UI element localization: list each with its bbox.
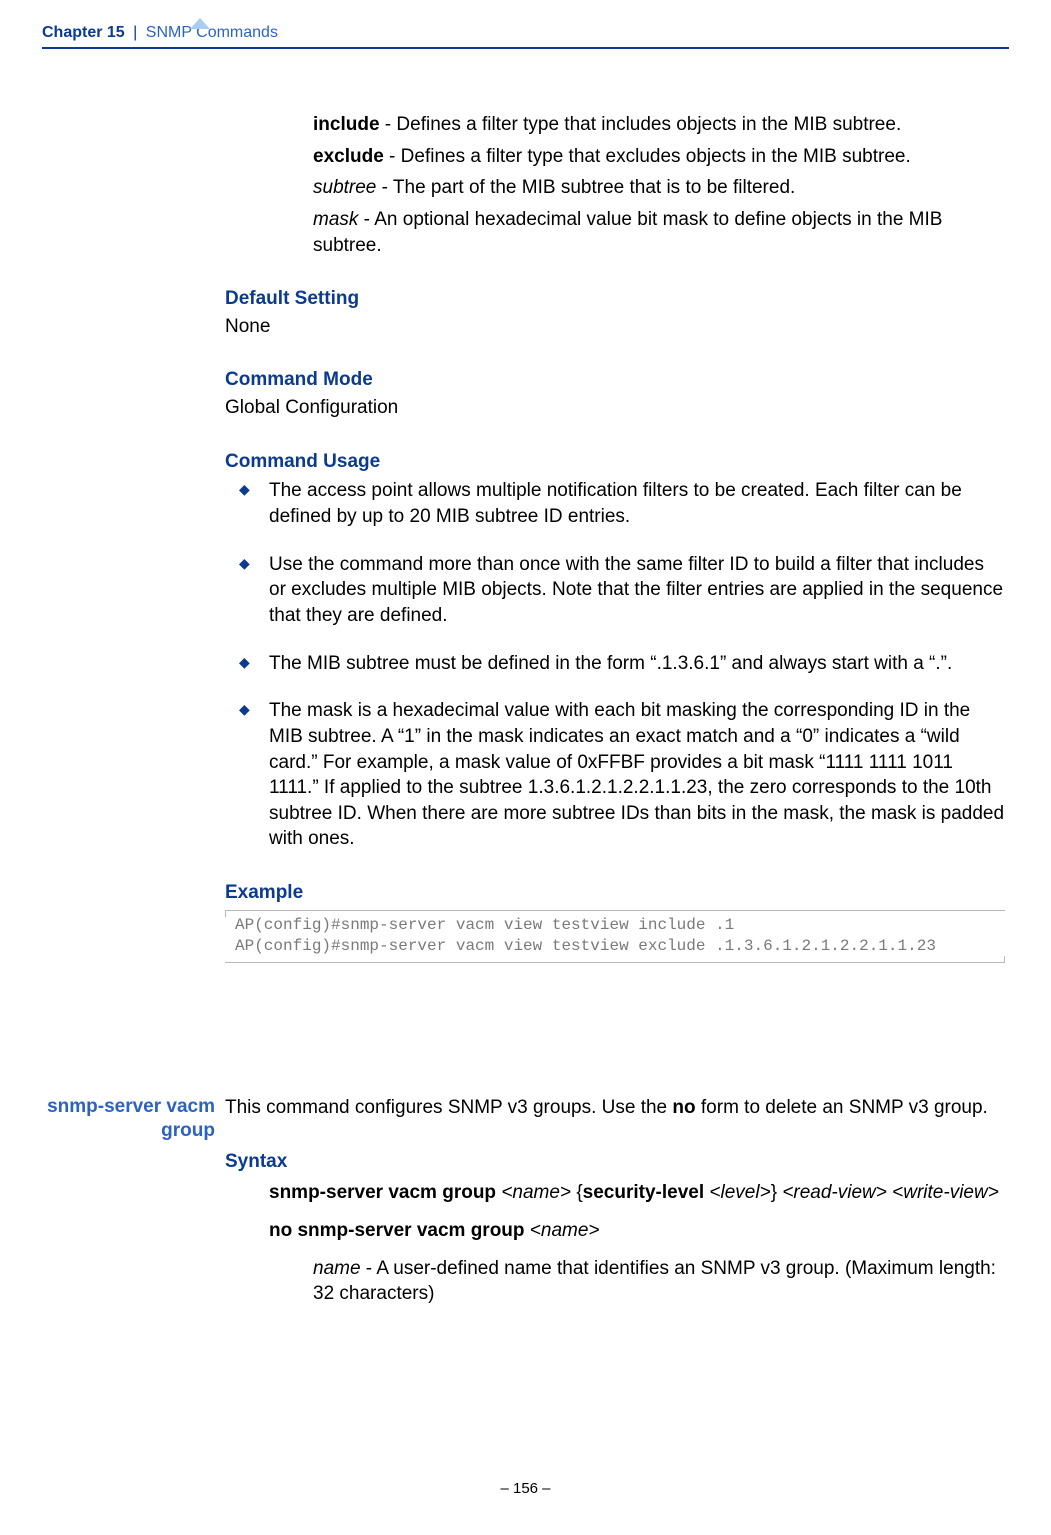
- default-setting-head: Default Setting: [225, 286, 1005, 312]
- subtree-def: subtree - The part of the MIB subtree th…: [313, 175, 1005, 201]
- param-name-block: name - A user-defined name that identifi…: [313, 1256, 1005, 1307]
- example-code: AP(config)#snmp-server vacm view testvie…: [225, 910, 1005, 963]
- group-desc-a: This command configures SNMP v3 groups. …: [225, 1097, 672, 1118]
- code-text: AP(config)#snmp-server vacm view testvie…: [235, 916, 936, 956]
- page-footer: – 156 –: [0, 1479, 1051, 1499]
- page-header: Chapter 15 | SNMP Commands: [42, 22, 1009, 49]
- syn1-read: <read-view>: [782, 1182, 887, 1203]
- header-triangle-icon: [190, 18, 210, 29]
- exclude-label: exclude: [313, 146, 384, 167]
- command-usage-head: Command Usage: [225, 449, 1005, 475]
- param-name-text: - A user-defined name that identifies an…: [313, 1258, 996, 1305]
- side-label-line2: group: [161, 1120, 215, 1141]
- usage-item: The MIB subtree must be defined in the f…: [225, 651, 1005, 677]
- syn1-cmd: snmp-server vacm group: [269, 1182, 501, 1203]
- include-text: - Defines a filter type that includes ob…: [380, 114, 902, 135]
- default-setting-body: None: [225, 314, 1005, 340]
- page-number: – 156 –: [500, 1480, 550, 1497]
- group-desc-b: form to delete an SNMP v3 group.: [696, 1097, 988, 1118]
- group-command-section: This command configures SNMP v3 groups. …: [225, 1095, 1005, 1307]
- mask-label: mask: [313, 209, 358, 230]
- syn1-write: <write-view>: [892, 1182, 999, 1203]
- syn2-name: <name>: [530, 1220, 600, 1241]
- subtree-text: - The part of the MIB subtree that is to…: [376, 177, 795, 198]
- syntax-line-2: no snmp-server vacm group <name>: [269, 1218, 1005, 1244]
- command-side-label: snmp-server vacm group: [0, 1095, 215, 1143]
- syn1-brace-close: }: [771, 1182, 783, 1203]
- command-mode-body: Global Configuration: [225, 395, 1005, 421]
- mask-def: mask - An optional hexadecimal value bit…: [313, 207, 1005, 258]
- example-head: Example: [225, 880, 1005, 906]
- command-mode-head: Command Mode: [225, 367, 1005, 393]
- subtree-label: subtree: [313, 177, 376, 198]
- usage-list: The access point allows multiple notific…: [225, 478, 1005, 852]
- chapter-label: Chapter 15: [42, 24, 125, 41]
- usage-item: The mask is a hexadecimal value with eac…: [225, 698, 1005, 852]
- group-description: This command configures SNMP v3 groups. …: [225, 1095, 1005, 1121]
- param-definitions: include - Defines a filter type that inc…: [313, 112, 1005, 258]
- group-desc-no: no: [672, 1097, 695, 1118]
- syntax-line-1: snmp-server vacm group <name> {security-…: [269, 1180, 1005, 1206]
- param-name-label: name: [313, 1258, 361, 1279]
- mask-text: - An optional hexadecimal value bit mask…: [313, 209, 942, 256]
- syn1-brace-open: {: [571, 1182, 583, 1203]
- include-def: include - Defines a filter type that inc…: [313, 112, 1005, 138]
- chapter-title: SNMP Commands: [146, 24, 278, 41]
- header-separator: |: [133, 24, 137, 41]
- side-label-line1: snmp-server vacm: [47, 1096, 215, 1117]
- exclude-def: exclude - Defines a filter type that exc…: [313, 144, 1005, 170]
- exclude-text: - Defines a filter type that excludes ob…: [384, 146, 911, 167]
- syn1-seclevel: security-level: [583, 1182, 704, 1203]
- syn1-name: <name>: [501, 1182, 571, 1203]
- usage-item: The access point allows multiple notific…: [225, 478, 1005, 529]
- syntax-head: Syntax: [225, 1149, 1005, 1175]
- main-content: include - Defines a filter type that inc…: [225, 112, 1005, 963]
- syn1-level: <level>: [704, 1182, 771, 1203]
- usage-item: Use the command more than once with the …: [225, 552, 1005, 629]
- syn2-cmd: no snmp-server vacm group: [269, 1220, 530, 1241]
- include-label: include: [313, 114, 380, 135]
